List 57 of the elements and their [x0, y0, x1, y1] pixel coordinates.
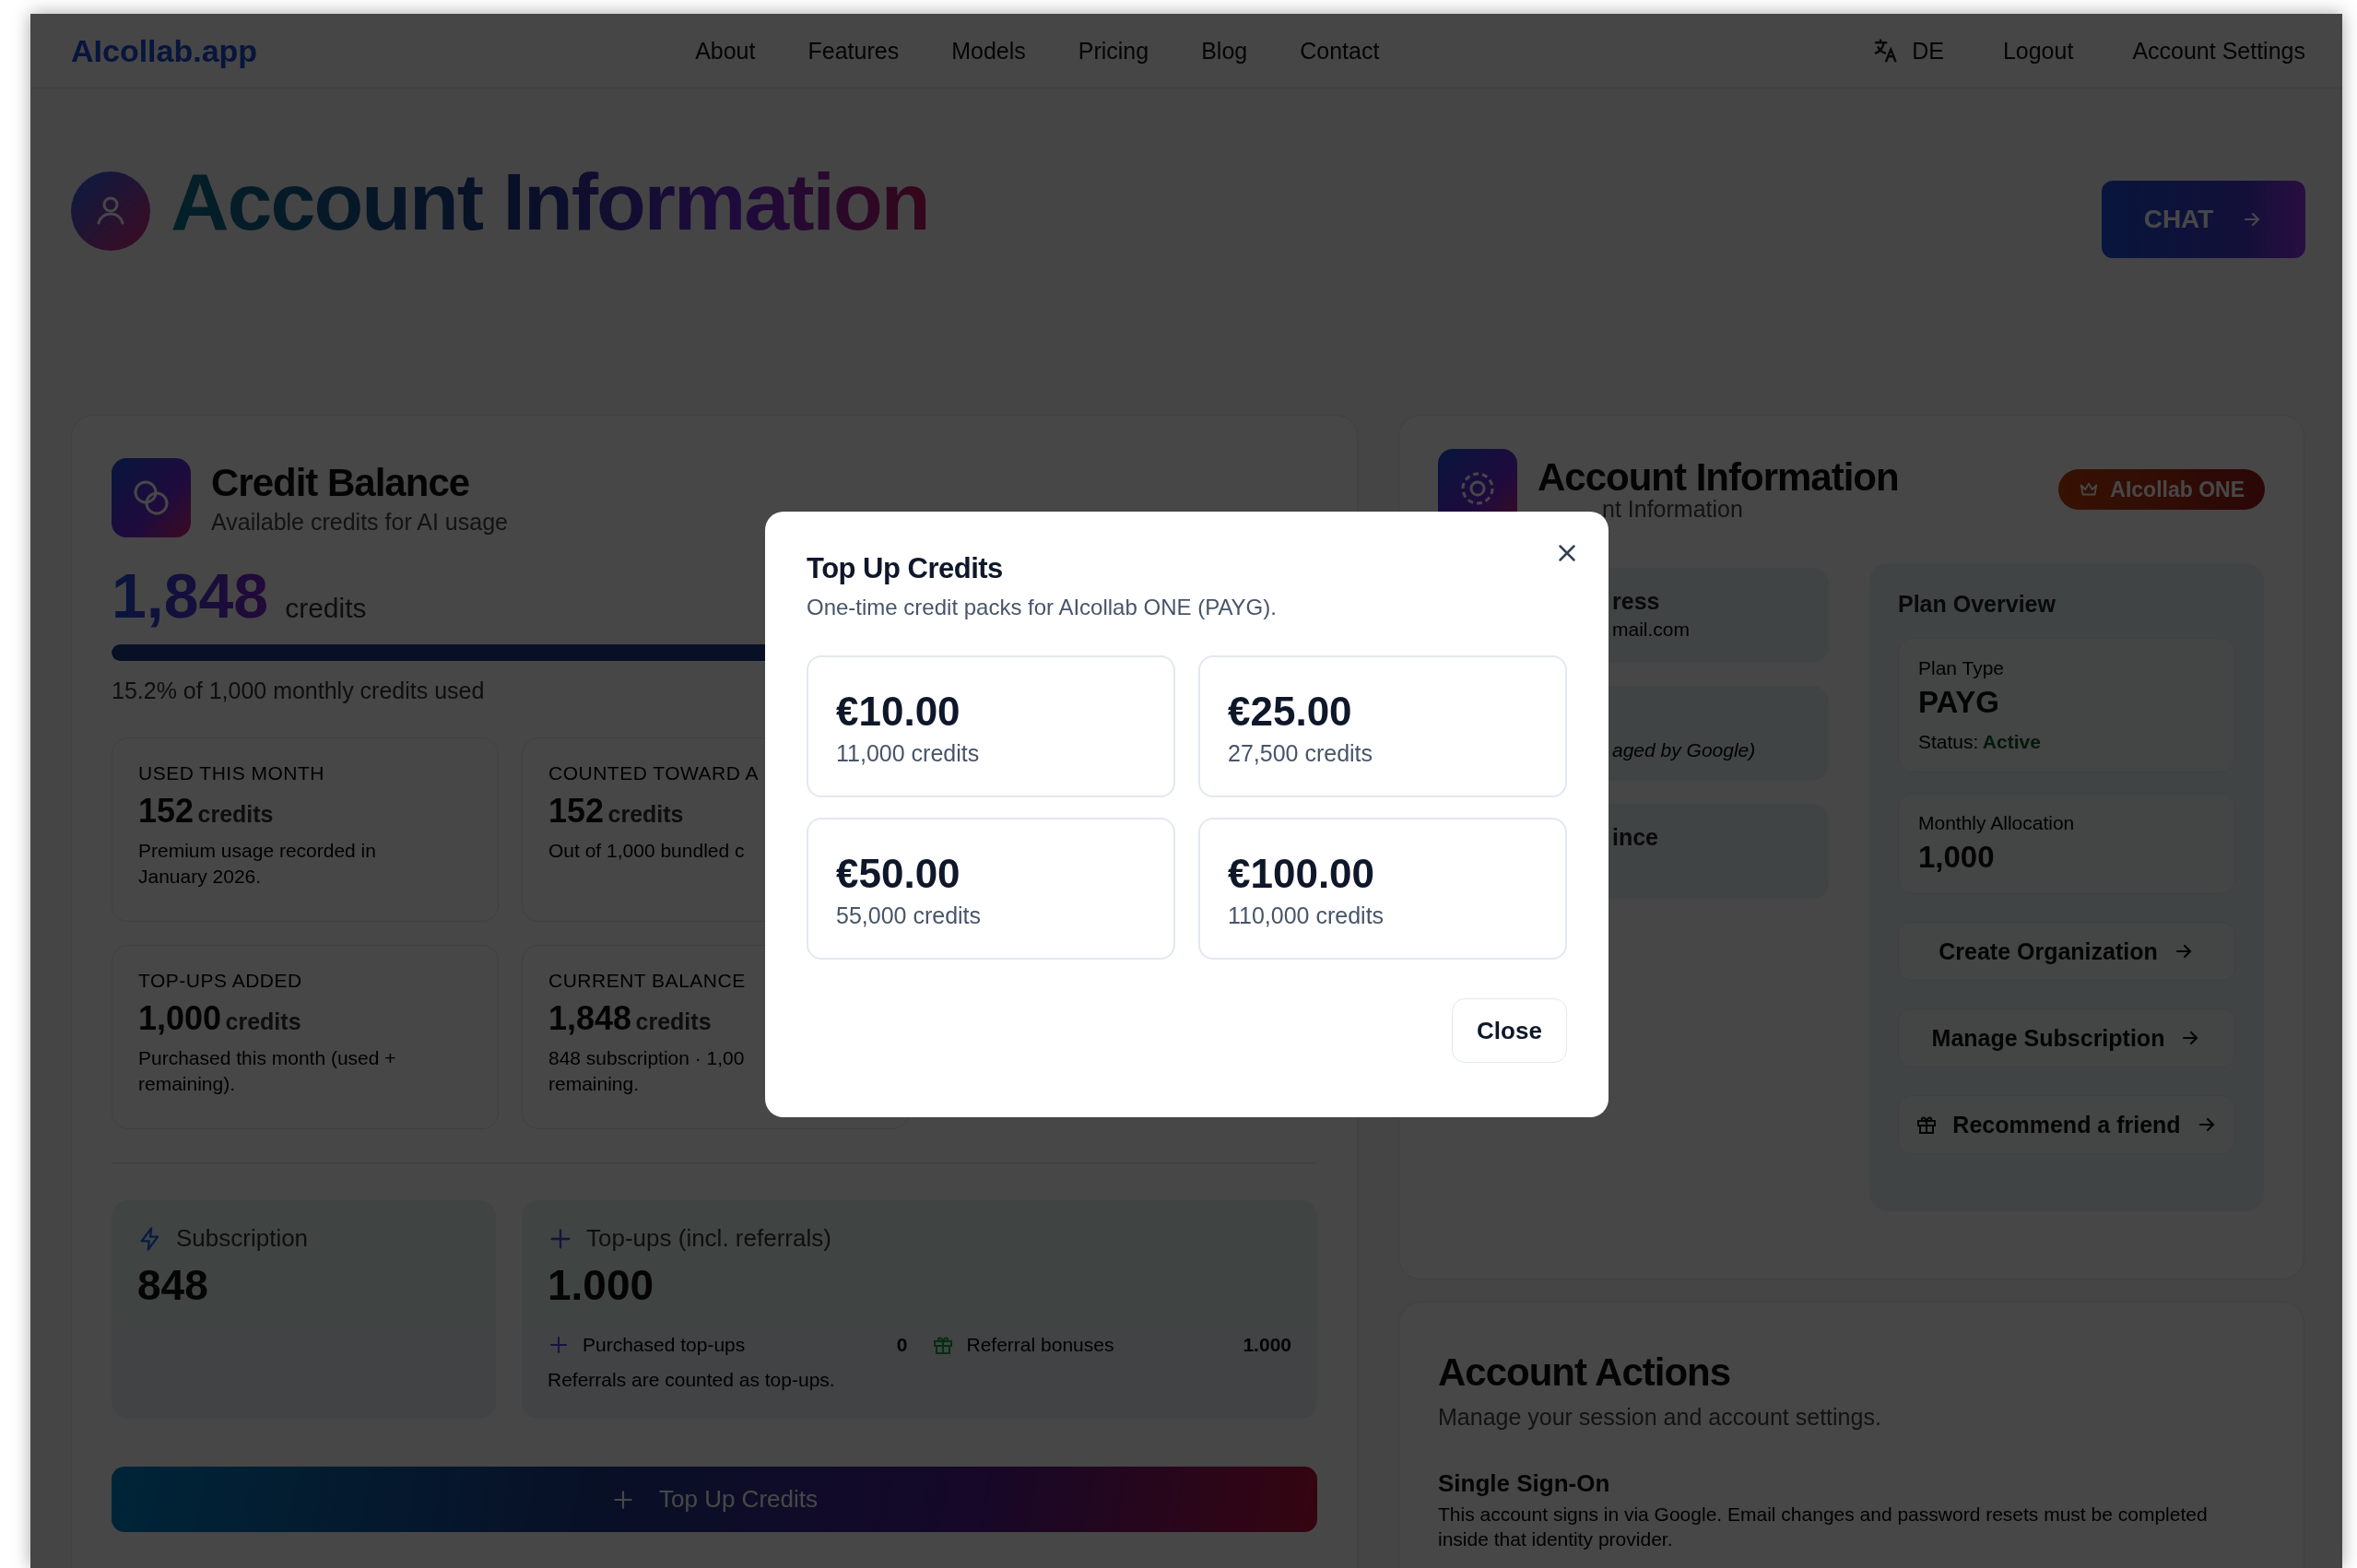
stat-unit: credits: [607, 801, 684, 827]
pack-credits: 11,000 credits: [836, 740, 981, 767]
referral-bonuses-value: 1.000: [1243, 1334, 1291, 1356]
field-label: ress: [1612, 588, 1661, 615]
field-value: mail.com: [1612, 619, 1691, 641]
pack-price: €100.00: [1228, 851, 1376, 897]
close-button[interactable]: Close: [1452, 998, 1567, 1063]
credit-pack-option[interactable]: €50.00 55,000 credits: [807, 818, 1175, 960]
stat-note: Out of 1,000 bundled c: [548, 839, 746, 863]
credit-pack-option[interactable]: €25.00 27,500 credits: [1198, 655, 1567, 797]
field-value: aged by Google): [1612, 739, 1757, 761]
stat-label: COUNTED TOWARD A: [548, 762, 760, 784]
stat-label: TOP-UPS ADDED: [138, 970, 303, 992]
pack-credits: 110,000 credits: [1228, 902, 1385, 929]
card-title: Credit Balance: [211, 460, 471, 505]
card-title: Account Information: [1538, 454, 1899, 500]
stat-value: 152: [138, 792, 194, 830]
plan-type-label: Plan Type: [1918, 657, 2005, 679]
usage-text: 15.2% of 1,000 monthly credits used: [112, 678, 486, 704]
stat-value: 1,000: [138, 999, 222, 1037]
plan-type-value: PAYG: [1918, 685, 2001, 720]
stat-value: 1,848: [548, 999, 632, 1037]
status-value: Active: [1982, 731, 2041, 752]
credit-pack-option[interactable]: €10.00 11,000 credits: [807, 655, 1175, 797]
status-label: Status:: [1918, 731, 1979, 752]
purchased-top-ups-label: Purchased top-ups: [583, 1334, 747, 1356]
top-ups-note: Referrals are counted as top-ups.: [548, 1369, 836, 1391]
pack-credits: 27,500 credits: [1228, 740, 1374, 767]
stat-note: Purchased this month (used + remaining).: [138, 1046, 397, 1097]
pack-credits: 55,000 credits: [836, 902, 983, 929]
referral-bonuses-label: Referral bonuses: [966, 1334, 1115, 1356]
sso-title: Single Sign-On: [1438, 1469, 1611, 1498]
field-label: ince: [1612, 824, 1660, 851]
dialog-subtitle: One-time credit packs for AIcollab ONE (PAYG).: [807, 595, 1278, 620]
credit-pack-option[interactable]: €100.00 110,000 credits: [1198, 818, 1567, 960]
sso-description: This account signs in via Google. Email changes and password resets must be completed inside that identity provider.: [1438, 1503, 2209, 1552]
stat-unit: credits: [225, 1008, 301, 1034]
pack-price: €25.00: [1228, 689, 1353, 735]
credit-unit: credits: [285, 593, 367, 624]
subscription-value: 848: [137, 1260, 209, 1310]
stat-note: Premium usage recorded in January 2026.: [138, 839, 377, 890]
stat-unit: credits: [197, 801, 274, 827]
stat-note: 848 subscription · 1,00 remaining.: [548, 1046, 746, 1097]
purchased-top-ups-value: 0: [896, 1334, 908, 1356]
stat-label: USED THIS MONTH: [138, 762, 325, 784]
allocation-label: Monthly Allocation: [1918, 812, 2076, 834]
stat-value: 152: [548, 792, 605, 830]
pack-price: €10.00: [836, 689, 961, 735]
dialog-title: Top Up Credits: [807, 552, 1004, 585]
pack-price: €50.00: [836, 851, 961, 897]
stat-label: CURRENT BALANCE: [548, 970, 747, 992]
plan-overview-title: Plan Overview: [1898, 591, 2056, 618]
stat-unit: credits: [635, 1008, 712, 1034]
allocation-value: 1,000: [1918, 840, 1996, 875]
card-title: Account Actions: [1438, 1350, 1732, 1395]
badge-text: AIcollab ONE: [2110, 477, 2245, 502]
top-ups-value: 1.000: [548, 1260, 655, 1310]
